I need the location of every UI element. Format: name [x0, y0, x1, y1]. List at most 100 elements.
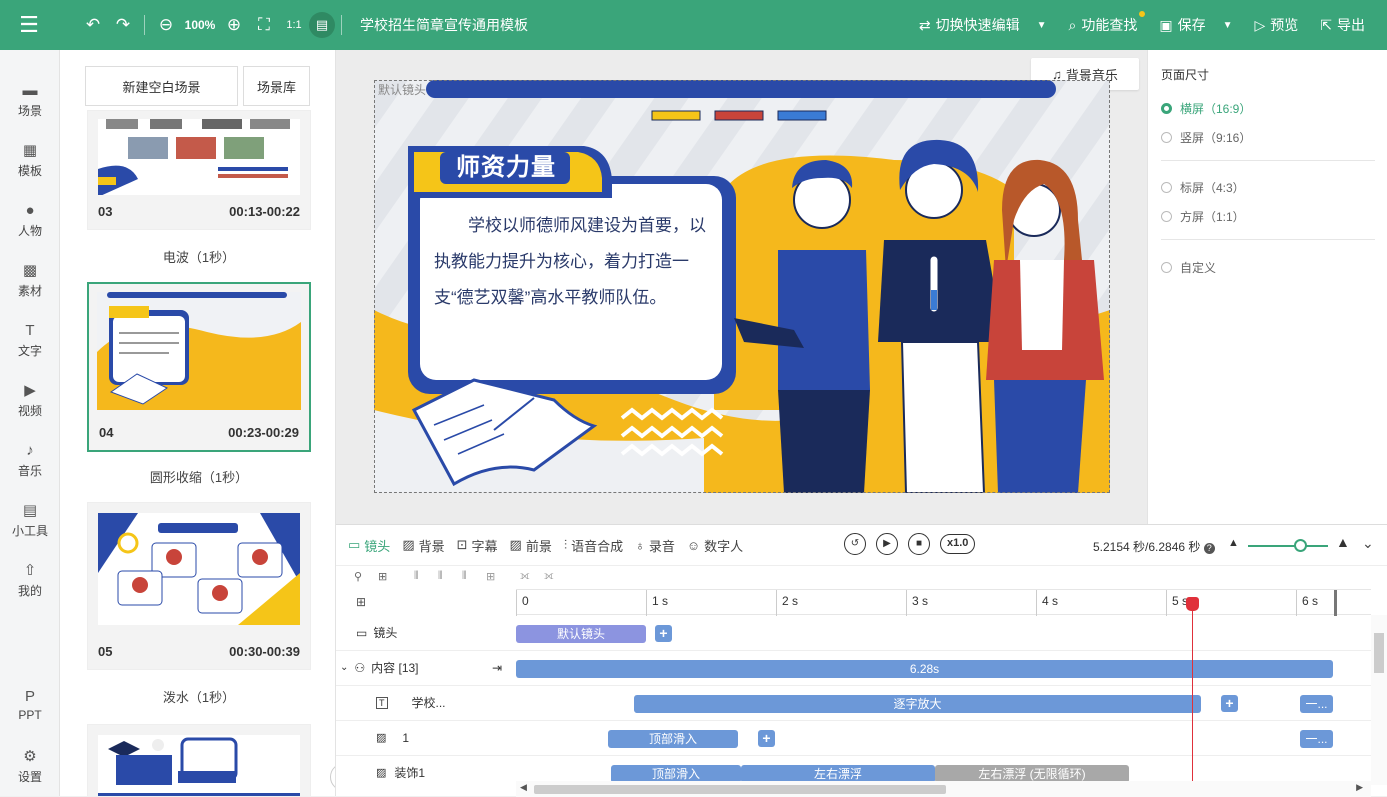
add-clip-button[interactable]: +	[758, 730, 775, 747]
clip-default-lens[interactable]: 默认镜头	[516, 625, 646, 643]
scene-transition[interactable]: 电波（1秒）	[87, 247, 311, 266]
clip-content-duration[interactable]: 6.28s	[516, 660, 1333, 678]
switch-quick-edit-button[interactable]: ⇄ 切换快速编辑 ▼	[919, 15, 1047, 35]
redo-icon[interactable]: ↷	[108, 0, 138, 50]
section-heading[interactable]: 师资力量	[436, 152, 576, 184]
nav-item-material[interactable]: ▩ 素材	[0, 262, 60, 299]
exit-icon[interactable]: ⇥	[492, 661, 502, 675]
timeline-vertical-scrollbar[interactable]	[1371, 615, 1387, 785]
actual-size-icon[interactable]: 1:1	[279, 0, 309, 50]
scroll-left-icon[interactable]: ◀	[520, 782, 527, 793]
add-clip-button[interactable]: +	[1221, 695, 1238, 712]
subtitle-icon[interactable]: ▤	[309, 12, 335, 38]
tab-tts[interactable]: ⫶ 语音合成	[564, 536, 623, 555]
nav-item-mine[interactable]: ⇧ 我的	[0, 562, 60, 599]
fit-screen-icon[interactable]: ⛶	[249, 0, 279, 50]
track-image-1[interactable]: ▨ 1	[336, 720, 516, 755]
scene-transition[interactable]: 泼水（1秒）	[87, 687, 311, 706]
playhead-line[interactable]	[1192, 599, 1193, 785]
help-icon[interactable]: ?	[1203, 543, 1215, 554]
canvas-stage[interactable]: 师资力量 学校以师德师风建设为首要，以执教能力提升为核心，着力打造一支“德艺双馨…	[374, 80, 1110, 493]
nav-item-text[interactable]: T 文字	[0, 322, 60, 359]
scroll-thumb[interactable]	[1374, 633, 1384, 673]
scene-library-button[interactable]: 场景库	[243, 66, 310, 106]
option-label: 横屏（16:9）	[1180, 102, 1252, 116]
new-blank-scene-button[interactable]: 新建空白场景	[85, 66, 238, 106]
nav-item-tools[interactable]: ▤ 小工具	[0, 502, 60, 539]
clip-image-exit[interactable]: 一...	[1300, 730, 1333, 748]
ungroup-icon[interactable]: ⟗	[544, 570, 554, 583]
nav-item-video[interactable]: ▶ 视频	[0, 382, 60, 419]
canvas-area: ♫ 背景音乐 师资力量 学校以师德师风建设为首要，以执教能力提升为核心，着力打造…	[336, 50, 1147, 524]
track-content[interactable]: ⌄ ⚇ 内容 [13] ⇥	[336, 650, 516, 685]
scene-transition[interactable]: 圆形收缩（1秒）	[87, 467, 311, 486]
add-clip-button[interactable]: +	[655, 625, 672, 642]
document-title[interactable]: 学校招生简章宣传通用模板	[360, 15, 528, 35]
tab-record[interactable]: ♁ 录音	[635, 536, 675, 555]
tab-background[interactable]: ▨ 背景	[402, 536, 444, 555]
undo-icon[interactable]: ↶	[78, 0, 108, 50]
zoom-in-icon[interactable]: ⊕	[219, 0, 249, 50]
option-label: 竖屏（9:16）	[1180, 131, 1252, 145]
scene-thumbnail	[98, 735, 300, 796]
slider-knob[interactable]	[1294, 539, 1307, 552]
time-display: 5.2154 秒/6.2846 秒 ?	[1093, 538, 1215, 555]
tab-foreground[interactable]: ▨ 前景	[510, 536, 552, 555]
replay-icon[interactable]: ↺	[844, 533, 866, 555]
save-button[interactable]: ▣ 保存 ▼	[1159, 15, 1232, 35]
timeline-zoom-slider[interactable]	[1248, 539, 1328, 552]
scene-card[interactable]	[87, 724, 311, 796]
export-label: 导出	[1337, 17, 1365, 33]
nav-item-music[interactable]: ♪ 音乐	[0, 442, 60, 479]
zoom-in-timeline-icon[interactable]: ▲	[1336, 534, 1350, 550]
align-center-icon[interactable]: ⫴	[438, 570, 443, 583]
scroll-thumb[interactable]	[534, 785, 946, 794]
scene-card-selected[interactable]: 04 00:23-00:29	[87, 282, 311, 452]
hamburger-menu-icon[interactable]: ☰	[0, 0, 58, 50]
distribute-icon[interactable]: ⊞	[486, 570, 495, 583]
option-landscape-16-9[interactable]: 横屏（16:9）	[1161, 100, 1251, 117]
nav-item-settings[interactable]: ⚙ 设置	[0, 748, 60, 785]
track-lens[interactable]: ▭ 镜头	[336, 615, 516, 650]
export-button[interactable]: ⇱ 导出	[1320, 15, 1365, 35]
filter-icon[interactable]: ⚲	[354, 570, 362, 583]
nav-item-scene[interactable]: ▬ 场景	[0, 82, 60, 119]
layer-icon[interactable]: ⊞	[378, 570, 387, 583]
timeline-horizontal-scrollbar[interactable]: ◀ ▶	[516, 781, 1371, 797]
option-portrait-9-16[interactable]: 竖屏（9:16）	[1161, 129, 1251, 146]
nav-item-character[interactable]: ● 人物	[0, 202, 60, 239]
clip-text-exit[interactable]: 一...	[1300, 695, 1333, 713]
zoom-out-icon[interactable]: ⊖	[151, 0, 181, 50]
nav-item-ppt[interactable]: P PPT	[0, 688, 60, 722]
body-text[interactable]: 学校以师德师风建设为首要，以执教能力提升为核心，着力打造一支“德艺双馨”高水平教…	[434, 208, 714, 316]
grid-icon[interactable]: ⊞	[356, 595, 366, 609]
option-custom[interactable]: 自定义	[1161, 259, 1216, 276]
preview-button[interactable]: ▷ 预览	[1254, 15, 1298, 35]
tab-lens[interactable]: ▭ 镜头	[348, 536, 390, 555]
nav-item-template[interactable]: ▦ 模板	[0, 142, 60, 179]
scroll-right-icon[interactable]: ▶	[1356, 782, 1363, 793]
divider	[1161, 239, 1375, 240]
align-right-icon[interactable]: ⫴	[462, 570, 467, 583]
zoom-out-timeline-icon[interactable]: ▲	[1228, 537, 1239, 549]
group-icon[interactable]: ⟗	[520, 570, 530, 583]
collapse-timeline-icon[interactable]: ⌄	[1362, 535, 1374, 552]
option-standard-4-3[interactable]: 标屏（4:3）	[1161, 179, 1245, 196]
track-decoration-1[interactable]: ▨ 装饰1	[336, 755, 516, 790]
align-left-icon[interactable]: ⫴	[414, 570, 419, 583]
play-icon[interactable]: ▶	[876, 533, 898, 555]
speed-button[interactable]: x1.0	[940, 534, 976, 554]
scene-card[interactable]: 03 00:13-00:22	[87, 110, 311, 230]
tab-digital-human[interactable]: ☺ 数字人	[687, 536, 743, 555]
track-text-school[interactable]: T 学校...	[336, 685, 516, 720]
scene-card[interactable]: 05 00:30-00:39	[87, 502, 311, 670]
clip-image-slide-in[interactable]: 顶部滑入	[608, 730, 738, 748]
time-ruler[interactable]: 0 1 s 2 s 3 s 4 s 5 s 6 s	[516, 589, 1371, 616]
option-square-1-1[interactable]: 方屏（1:1）	[1161, 208, 1245, 225]
find-function-button[interactable]: ⌕ 功能查找	[1069, 11, 1146, 35]
playhead-handle[interactable]	[1186, 597, 1199, 611]
tick-label: 2 s	[782, 594, 799, 608]
stop-icon[interactable]: ■	[908, 533, 930, 555]
tab-subtitle[interactable]: ⊡ 字幕	[457, 536, 498, 555]
clip-text-zoom[interactable]: 逐字放大	[634, 695, 1201, 713]
